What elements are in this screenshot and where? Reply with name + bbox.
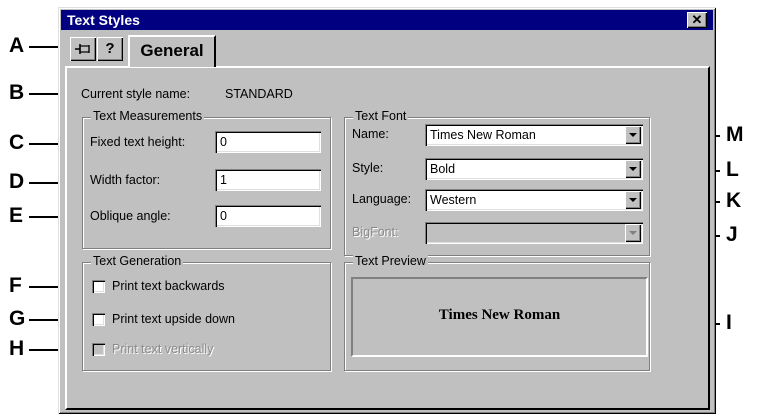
text-preview-legend: Text Preview (353, 254, 428, 268)
width-factor-label: Width factor: (90, 173, 161, 187)
current-style-label: Current style name: (81, 87, 191, 101)
chevron-down-icon[interactable] (625, 160, 641, 178)
text-font-legend: Text Font (353, 109, 409, 123)
title-bar[interactable]: Text Styles ✕ (61, 10, 713, 30)
close-button[interactable]: ✕ (687, 12, 707, 28)
text-preview-box: Times New Roman (351, 277, 648, 357)
text-preview-sample: Times New Roman (438, 307, 561, 323)
callout-a: A (9, 34, 25, 57)
oblique-angle-label: Oblique angle: (90, 209, 171, 223)
callout-m: M (726, 123, 744, 146)
pin-button[interactable] (70, 37, 96, 61)
help-button[interactable]: ? (97, 37, 123, 61)
print-vertically-checkbox[interactable] (92, 343, 105, 356)
fixed-text-height-label: Fixed text height: (90, 135, 186, 149)
callout-c: C (9, 131, 25, 154)
language-value: Western (430, 193, 477, 207)
font-style-label: Style: (352, 161, 384, 175)
text-measurements-legend: Text Measurements (91, 109, 205, 123)
callout-l: L (726, 158, 739, 181)
pin-icon (75, 44, 90, 54)
callout-f: F (9, 274, 22, 297)
tab-general[interactable]: General (128, 35, 216, 67)
language-select[interactable]: Western (425, 189, 643, 211)
print-vertically-label: Print text vertically (112, 342, 214, 356)
font-style-value: Bold (430, 162, 456, 176)
callout-h: H (9, 337, 25, 360)
text-generation-legend: Text Generation (91, 254, 184, 268)
font-name-label: Name: (352, 127, 389, 141)
callout-d: D (9, 170, 25, 193)
font-name-select[interactable]: Times New Roman (425, 124, 643, 146)
bigfont-label: BigFont: (352, 225, 399, 239)
oblique-angle-input[interactable]: 0 (215, 205, 321, 227)
print-backwards-label[interactable]: Print text backwards (112, 279, 225, 293)
callout-b: B (9, 81, 25, 104)
width-factor-input[interactable]: 1 (215, 169, 321, 191)
callout-j: J (726, 223, 738, 246)
language-label: Language: (352, 192, 412, 206)
chevron-down-icon[interactable] (625, 224, 641, 242)
text-styles-dialog: Text Styles ✕ ? General Current style na… (58, 7, 716, 414)
font-style-select[interactable]: Bold (425, 158, 643, 180)
print-backwards-checkbox[interactable] (92, 280, 105, 293)
help-icon: ? (105, 40, 115, 57)
font-name-value: Times New Roman (430, 128, 536, 142)
chevron-down-icon[interactable] (625, 191, 641, 209)
current-style-value: STANDARD (225, 87, 293, 101)
chevron-down-icon[interactable] (625, 126, 641, 144)
fixed-text-height-input[interactable]: 0 (215, 131, 321, 153)
callout-i: I (726, 311, 732, 334)
print-upside-down-label[interactable]: Print text upside down (112, 312, 235, 326)
window-title: Text Styles (67, 12, 140, 28)
close-icon: ✕ (691, 12, 703, 27)
callout-g: G (9, 307, 26, 330)
print-upside-down-checkbox[interactable] (92, 313, 105, 326)
callout-e: E (9, 204, 24, 227)
callout-k: K (726, 189, 742, 212)
bigfont-select[interactable] (425, 222, 643, 244)
